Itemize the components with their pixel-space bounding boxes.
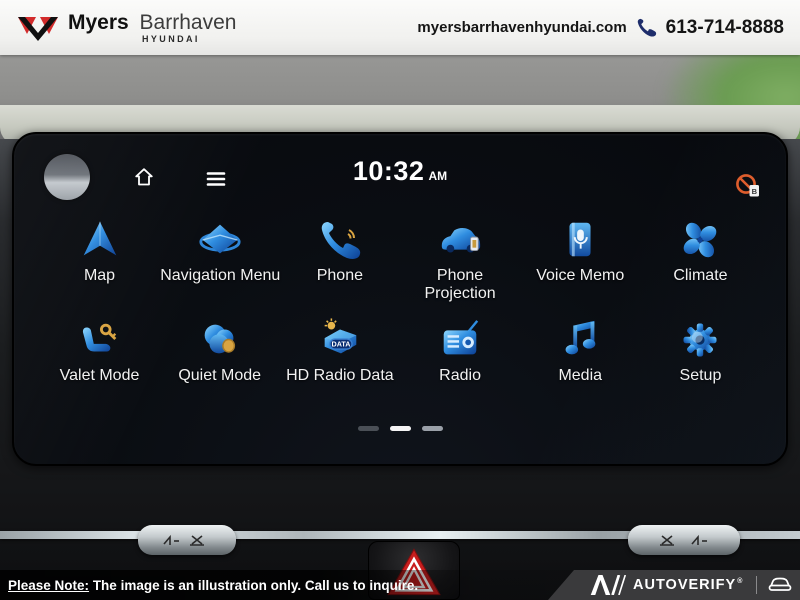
app-tile-navigation-menu[interactable]: Navigation Menu xyxy=(160,216,279,304)
dealer-brand: HYUNDAI xyxy=(142,34,236,44)
app-label: Radio xyxy=(401,367,520,385)
disclaimer-text: Please Note: The image is an illustratio… xyxy=(8,578,418,593)
app-label: Map xyxy=(40,267,159,285)
phone-projection-icon xyxy=(401,216,520,264)
app-label: HD Radio Data xyxy=(280,367,399,385)
app-label: Media xyxy=(521,367,640,385)
app-tile-climate[interactable]: Climate xyxy=(641,216,760,304)
myers-logo-icon xyxy=(16,14,60,42)
dealer-logo-text: Myers Barrhaven HYUNDAI xyxy=(68,12,236,44)
hd-radio-data-icon: DATA xyxy=(280,316,399,364)
autoverify-label: AUTOVERIFY® xyxy=(633,577,743,593)
left-vent-control xyxy=(138,525,236,555)
screenshot-root: Myers Barrhaven HYUNDAI myersbarrhavenhy… xyxy=(0,0,800,600)
app-tile-phone-projection[interactable]: Phone Projection xyxy=(401,216,520,304)
app-label: Voice Memo xyxy=(521,267,640,285)
clock-meridiem: AM xyxy=(428,169,447,183)
autoverify-logo-icon xyxy=(590,575,626,595)
app-label: Setup xyxy=(641,367,760,385)
dealer-contact: myersbarrhavenhyundai.com 613-714-8888 xyxy=(417,17,784,39)
app-label: Valet Mode xyxy=(40,367,159,385)
app-tile-quiet-mode[interactable]: Quiet Mode xyxy=(160,316,279,385)
quiet-mode-icon xyxy=(160,316,279,364)
disconnected-badge-label: B xyxy=(752,187,758,196)
page-dot-1[interactable] xyxy=(358,426,379,431)
dealer-website: myersbarrhavenhyundai.com xyxy=(417,19,626,36)
infotainment-screen: 10:32AM B Map xyxy=(12,132,788,466)
vent-glyphs-icon xyxy=(160,532,214,548)
app-tile-setup[interactable]: Setup xyxy=(641,316,760,385)
media-icon xyxy=(521,316,640,364)
app-grid-row-1: Map Navigation Menu Phone xyxy=(40,216,760,304)
dealer-name-light: Barrhaven xyxy=(140,11,237,34)
dealer-logo: Myers Barrhaven HYUNDAI xyxy=(16,12,236,44)
clock-time: 10:32 xyxy=(353,156,425,186)
disclaimer-body: The image is an illustration only. Call … xyxy=(93,578,418,593)
navigation-menu-icon xyxy=(160,216,279,264)
app-label: Phone xyxy=(280,267,399,285)
app-label: Quiet Mode xyxy=(160,367,279,385)
autoverify-word: AUTOVERIFY xyxy=(633,577,736,593)
dashboard-photo: 10:32AM B Map xyxy=(0,55,800,600)
map-icon xyxy=(40,216,159,264)
clock: 10:32AM xyxy=(14,156,786,187)
app-tile-map[interactable]: Map xyxy=(40,216,159,304)
app-tile-radio[interactable]: Radio xyxy=(401,316,520,385)
dealer-name: Myers Barrhaven xyxy=(68,12,236,33)
app-label: Phone Projection xyxy=(401,267,520,304)
page-dot-2-active[interactable] xyxy=(390,426,411,431)
dealer-header: Myers Barrhaven HYUNDAI myersbarrhavenhy… xyxy=(0,0,800,55)
voice-memo-icon xyxy=(521,216,640,264)
setup-icon xyxy=(641,316,760,364)
vent-glyphs-icon xyxy=(654,532,714,548)
registered-mark: ® xyxy=(737,578,743,585)
autoverify-banner: AUTOVERIFY® xyxy=(548,570,800,600)
app-label: Climate xyxy=(641,267,760,285)
radio-icon xyxy=(401,316,520,364)
climate-icon xyxy=(641,216,760,264)
disclaimer-label: Please Note: xyxy=(8,578,89,593)
hd-radio-badge-label: DATA xyxy=(331,341,350,349)
phone-icon xyxy=(280,216,399,264)
right-vent-control xyxy=(628,525,740,555)
app-grid-row-2: Valet Mode Quiet Mode DATA HD Radio Data xyxy=(40,316,760,385)
device-disconnected-icon: B xyxy=(734,172,764,200)
app-tile-phone[interactable]: Phone xyxy=(280,216,399,304)
dealer-name-bold: Myers xyxy=(68,11,129,34)
valet-mode-icon xyxy=(40,316,159,364)
app-tile-hd-radio-data[interactable]: DATA HD Radio Data xyxy=(280,316,399,385)
page-dot-3[interactable] xyxy=(422,426,443,431)
dealer-phone: 613-714-8888 xyxy=(666,17,784,39)
app-tile-valet-mode[interactable]: Valet Mode xyxy=(40,316,159,385)
banner-divider xyxy=(756,576,757,594)
car-icon xyxy=(768,577,792,593)
phone-handset-icon xyxy=(636,17,657,38)
app-tile-media[interactable]: Media xyxy=(521,316,640,385)
page-indicator xyxy=(14,426,786,431)
app-tile-voice-memo[interactable]: Voice Memo xyxy=(521,216,640,304)
app-label: Navigation Menu xyxy=(160,267,279,285)
